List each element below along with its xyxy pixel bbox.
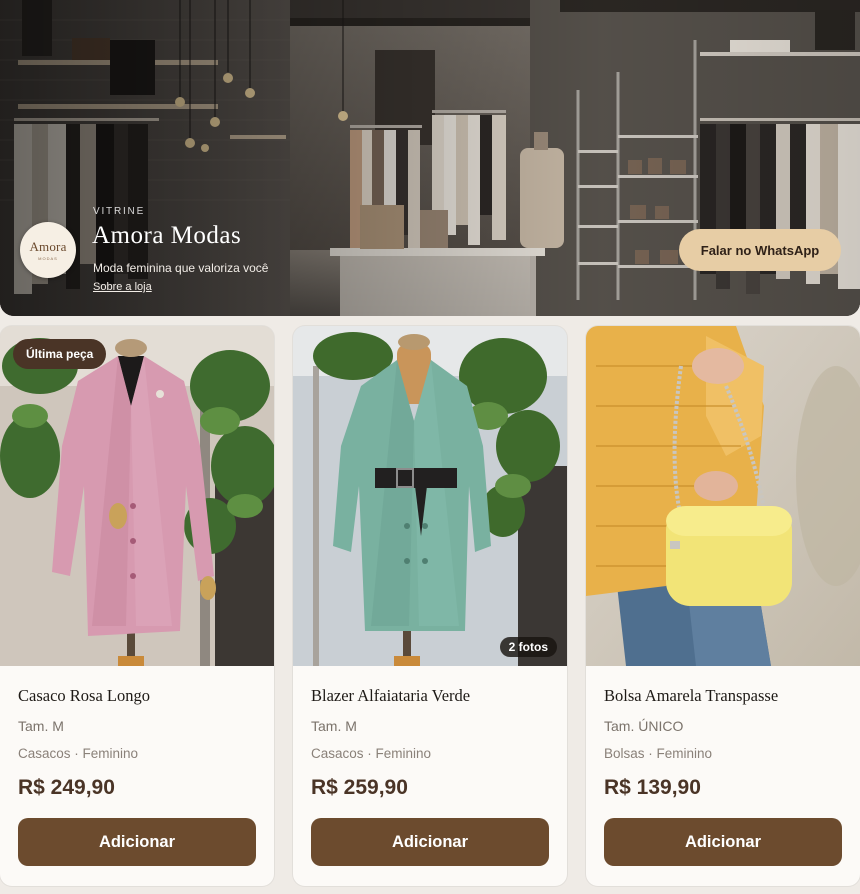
store-hero: Amora MODAS VITRINE Amora Modas Moda fem… bbox=[0, 0, 860, 316]
logo-subtext: MODAS bbox=[38, 256, 58, 261]
product-photo[interactable]: Última peça bbox=[0, 326, 274, 666]
product-size: Tam. M bbox=[18, 718, 64, 734]
product-photo[interactable]: 2 fotos bbox=[293, 326, 567, 666]
product-categories: Casacos · Feminino bbox=[18, 746, 139, 761]
about-store-link[interactable]: Sobre a loja bbox=[93, 281, 152, 293]
product-size: Tam. M bbox=[311, 718, 357, 734]
logo-wordmark: Amora bbox=[29, 239, 67, 254]
product-card[interactable]: Bolsa Amarela Transpasse Tam. ÚNICO Bols… bbox=[586, 326, 860, 886]
product-categories: Bolsas · Feminino bbox=[604, 746, 713, 761]
product-card[interactable]: Última peça Casaco Rosa Longo Tam. M Cas… bbox=[0, 326, 274, 886]
add-to-cart-button[interactable]: Adicionar bbox=[311, 818, 549, 866]
product-price: R$ 249,90 bbox=[18, 776, 115, 799]
product-name[interactable]: Bolsa Amarela Transpasse bbox=[604, 686, 778, 706]
whatsapp-button[interactable]: Falar no WhatsApp bbox=[679, 229, 841, 271]
photo-count-badge: 2 fotos bbox=[499, 637, 557, 657]
product-name[interactable]: Casaco Rosa Longo bbox=[18, 686, 150, 706]
product-price: R$ 259,90 bbox=[311, 776, 408, 799]
product-card[interactable]: 2 fotos Blazer Alfaiataria Verde Tam. M … bbox=[293, 326, 567, 886]
store-logo: Amora MODAS bbox=[20, 222, 76, 278]
store-tagline: Moda feminina que valoriza você bbox=[93, 261, 269, 275]
product-name[interactable]: Blazer Alfaiataria Verde bbox=[311, 686, 470, 706]
product-photo[interactable] bbox=[586, 326, 860, 666]
product-price: R$ 139,90 bbox=[604, 776, 701, 799]
add-to-cart-button[interactable]: Adicionar bbox=[18, 818, 256, 866]
last-piece-badge: Última peça bbox=[13, 339, 107, 369]
hero-kicker: VITRINE bbox=[93, 206, 146, 217]
add-to-cart-button[interactable]: Adicionar bbox=[604, 818, 842, 866]
product-size: Tam. ÚNICO bbox=[604, 718, 684, 734]
store-name: Amora Modas bbox=[92, 222, 242, 249]
product-categories: Casacos · Feminino bbox=[311, 746, 432, 761]
